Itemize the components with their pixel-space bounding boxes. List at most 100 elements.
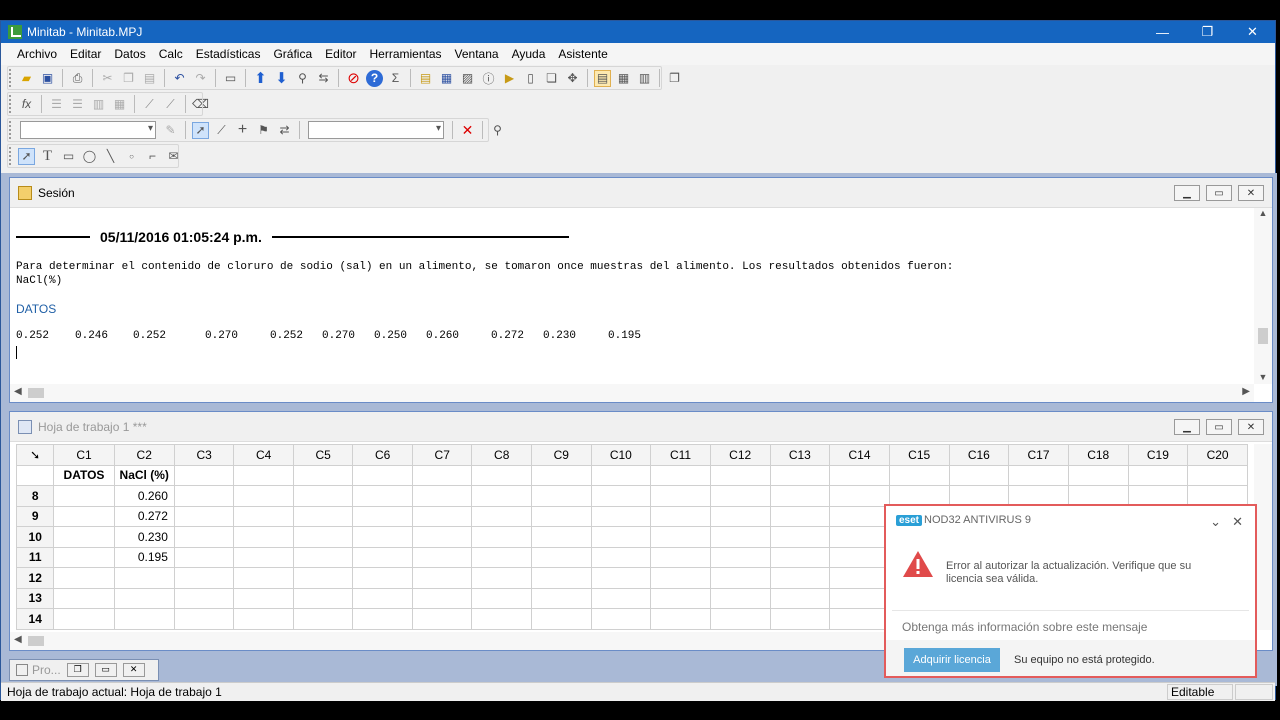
column-header[interactable]: C5 (292, 444, 354, 466)
column-name-cell[interactable] (1127, 464, 1189, 486)
cell[interactable] (530, 567, 592, 589)
column-header[interactable]: C14 (829, 444, 890, 466)
column-name-cell[interactable] (650, 464, 711, 486)
column-name-cell[interactable] (292, 464, 354, 486)
cell[interactable] (829, 546, 890, 568)
cell[interactable] (113, 587, 175, 609)
cascade-windows-icon[interactable]: ❐ (666, 70, 683, 87)
cell[interactable] (530, 485, 592, 507)
cell[interactable] (590, 587, 652, 609)
cell[interactable]: 0.195 (113, 546, 175, 568)
cell[interactable] (352, 628, 413, 630)
cell[interactable] (590, 546, 652, 568)
cell[interactable] (1187, 485, 1248, 507)
menu-datos[interactable]: Datos (114, 47, 145, 61)
cell[interactable] (650, 628, 711, 630)
cell[interactable] (352, 587, 413, 609)
cell[interactable] (709, 526, 771, 548)
column-header[interactable]: C15 (888, 444, 950, 466)
cell[interactable] (173, 567, 235, 589)
column-name-cell[interactable] (352, 464, 413, 486)
cell[interactable] (709, 567, 771, 589)
cell[interactable] (411, 546, 473, 568)
column-name-cell[interactable] (769, 464, 831, 486)
cell[interactable] (352, 608, 413, 630)
close-icon[interactable]: ✕ (1232, 514, 1243, 530)
column-name-cell[interactable] (590, 464, 652, 486)
cell[interactable] (590, 526, 652, 548)
cell[interactable] (769, 608, 831, 630)
row-header[interactable]: 15 (16, 628, 55, 630)
column-header[interactable]: C10 (590, 444, 652, 466)
cell[interactable] (650, 526, 711, 548)
cell[interactable] (471, 567, 532, 589)
menu-ventana[interactable]: Ventana (455, 47, 499, 61)
cell[interactable] (888, 485, 950, 507)
column-header[interactable]: C18 (1067, 444, 1129, 466)
session-minimize-button[interactable]: ▁ (1174, 185, 1200, 201)
project-manager-minimized[interactable]: Pro... ❐ ▭ ✕ (9, 659, 159, 681)
cell[interactable] (233, 587, 294, 609)
cell[interactable] (530, 628, 592, 630)
row-header[interactable]: 11 (16, 546, 55, 568)
eset-more-info-link[interactable]: Obtenga más información sobre este mensa… (902, 620, 1147, 634)
cell[interactable] (113, 567, 175, 589)
cell[interactable] (709, 628, 771, 630)
cell[interactable] (411, 505, 473, 527)
menu-editar[interactable]: Editar (70, 47, 101, 61)
column-name-cell[interactable]: DATOS (53, 464, 115, 486)
cell[interactable] (769, 567, 831, 589)
cell[interactable] (709, 485, 771, 507)
chevron-down-icon[interactable]: ⌄ (1210, 514, 1221, 530)
cell[interactable] (53, 485, 115, 507)
cell[interactable] (590, 505, 652, 527)
cell[interactable] (709, 608, 771, 630)
column-name-cell[interactable] (1008, 464, 1069, 486)
close-button[interactable]: ✕ (1230, 21, 1275, 43)
cell[interactable] (352, 485, 413, 507)
cell[interactable] (53, 628, 115, 630)
cell[interactable] (233, 546, 294, 568)
cell[interactable] (769, 485, 831, 507)
cell[interactable] (233, 526, 294, 548)
cell[interactable] (709, 587, 771, 609)
cell[interactable] (352, 526, 413, 548)
session-maximize-button[interactable]: ▭ (1206, 185, 1232, 201)
menu-ayuda[interactable]: Ayuda (512, 47, 546, 61)
cell[interactable] (829, 485, 890, 507)
menu-grafica[interactable]: Gráfica (273, 47, 312, 61)
column-name-cell[interactable]: NaCl (%) (113, 464, 175, 486)
cell[interactable] (650, 546, 711, 568)
cell[interactable] (173, 505, 235, 527)
column-header[interactable]: C12 (709, 444, 771, 466)
worksheet-close-button[interactable]: ✕ (1238, 419, 1264, 435)
cell[interactable] (530, 608, 592, 630)
cell[interactable] (530, 546, 592, 568)
cell[interactable] (590, 628, 652, 630)
cell[interactable] (709, 546, 771, 568)
cell[interactable] (650, 608, 711, 630)
cell[interactable] (650, 485, 711, 507)
cell[interactable] (173, 628, 235, 630)
cell[interactable] (769, 505, 831, 527)
column-name-cell[interactable] (888, 464, 950, 486)
column-name-cell[interactable] (411, 464, 473, 486)
column-name-cell[interactable] (233, 464, 294, 486)
column-header[interactable]: C19 (1127, 444, 1189, 466)
column-header[interactable]: C7 (411, 444, 473, 466)
column-header[interactable]: C3 (173, 444, 235, 466)
column-header[interactable]: C4 (233, 444, 294, 466)
cell[interactable] (411, 587, 473, 609)
cell[interactable] (530, 587, 592, 609)
cell[interactable] (292, 546, 354, 568)
cell[interactable] (292, 628, 354, 630)
corner-cell[interactable]: ➘ (16, 444, 55, 466)
column-name-cell[interactable] (530, 464, 592, 486)
cell[interactable] (233, 505, 294, 527)
cell[interactable] (471, 485, 532, 507)
restore-icon[interactable]: ❐ (66, 663, 89, 677)
cell[interactable] (590, 485, 652, 507)
column-header[interactable]: C8 (471, 444, 532, 466)
menu-calc[interactable]: Calc (159, 47, 183, 61)
cell[interactable] (530, 505, 592, 527)
